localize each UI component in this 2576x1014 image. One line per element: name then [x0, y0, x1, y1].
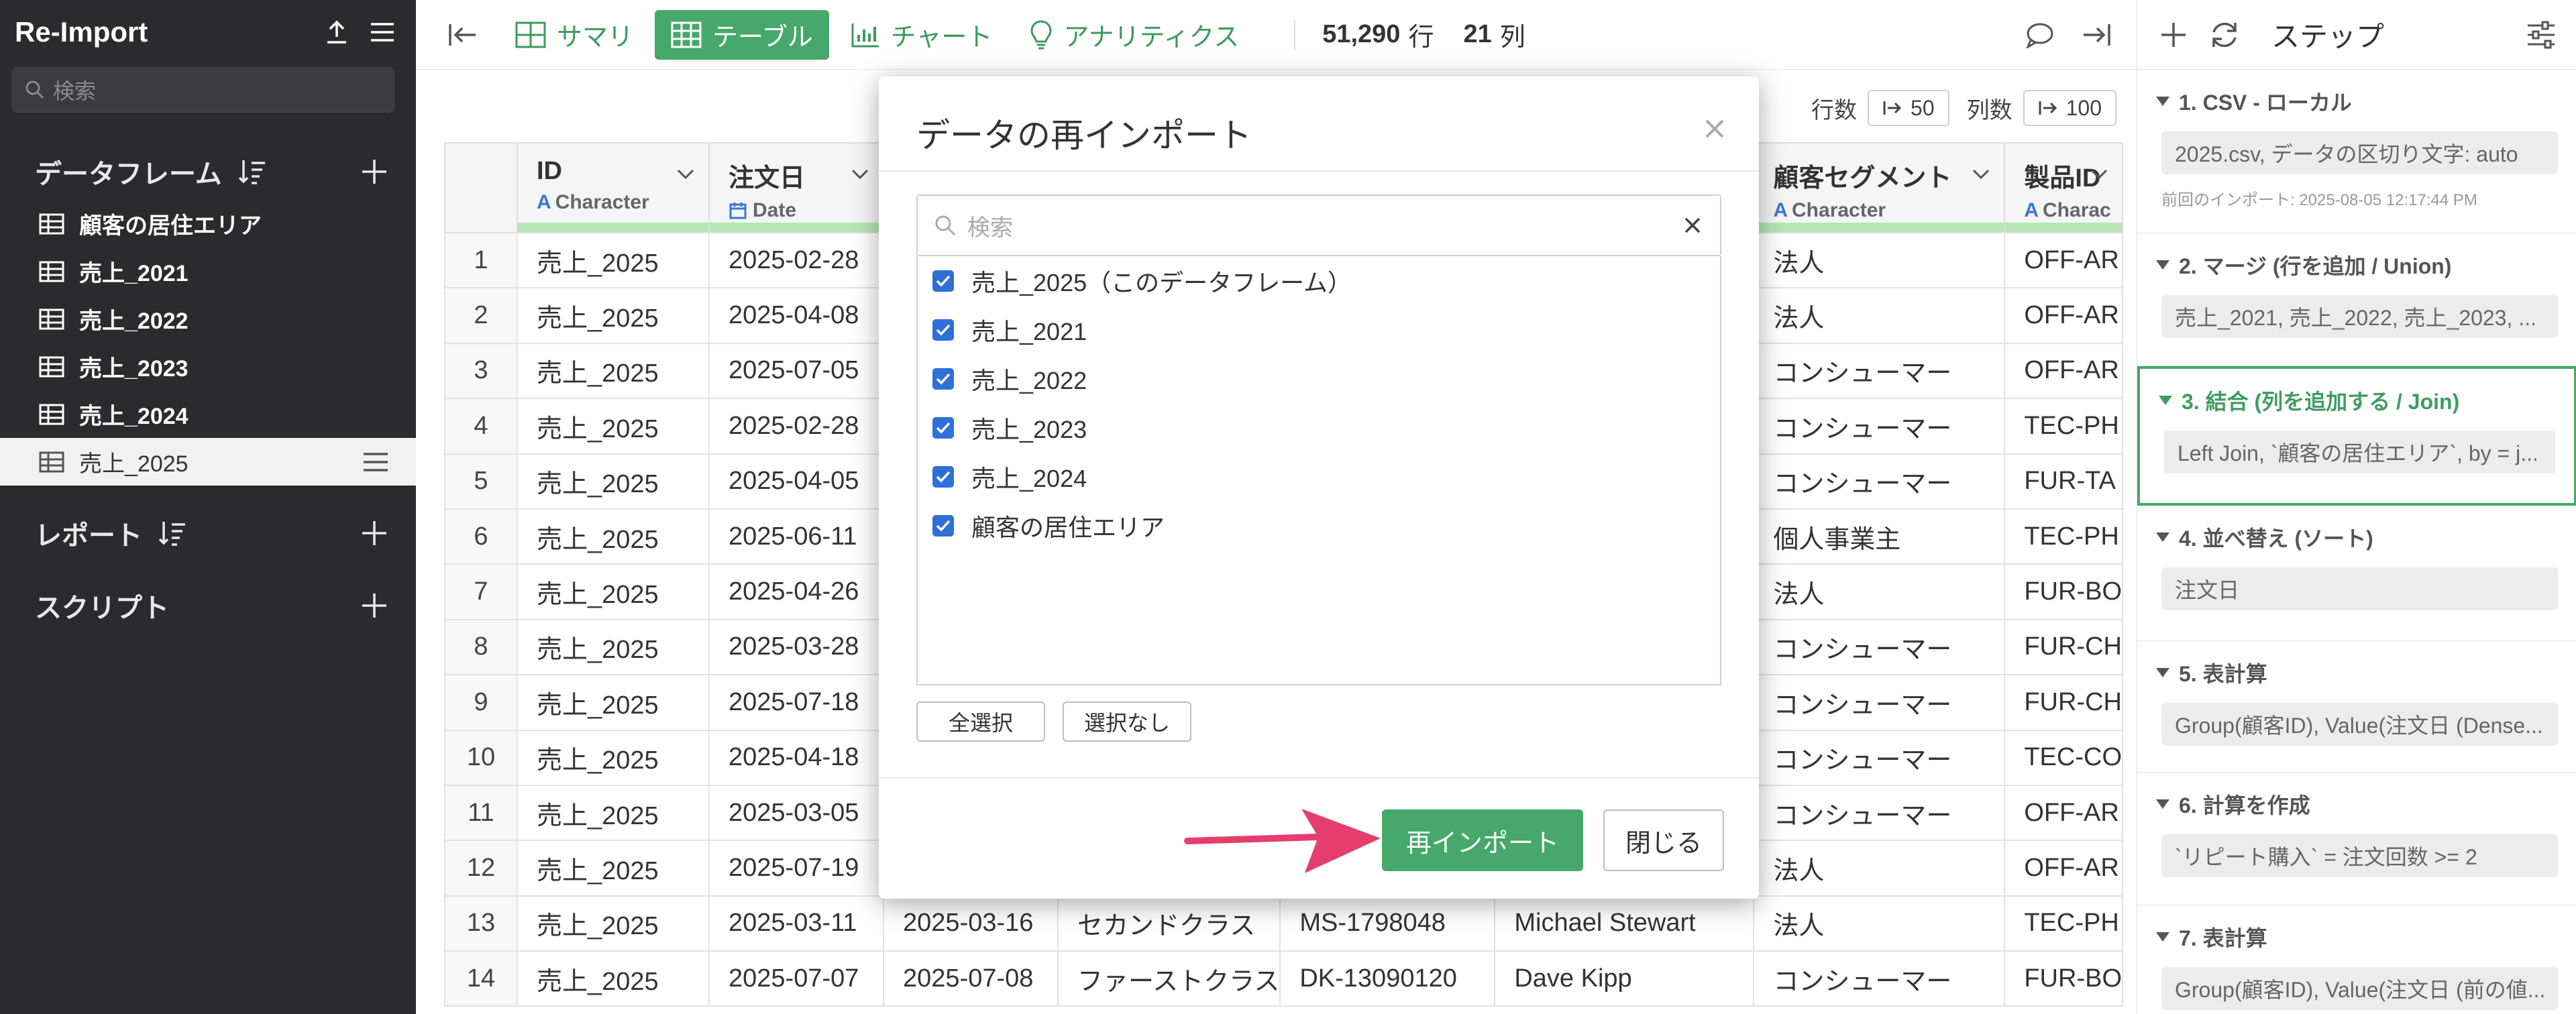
- reimport-button[interactable]: 再インポート: [1382, 809, 1583, 871]
- close-button[interactable]: 閉じる: [1603, 809, 1724, 871]
- checklist-item-label: 売上_2022: [971, 366, 1087, 394]
- checkbox-checked-icon[interactable]: [932, 514, 954, 537]
- dialog-search-input[interactable]: 検索: [916, 194, 1721, 256]
- checklist-item[interactable]: 顧客の居住エリア: [918, 501, 1720, 550]
- checkbox-checked-icon[interactable]: [932, 368, 954, 390]
- close-icon[interactable]: [1701, 115, 1728, 142]
- dataframe-checklist: 売上_2025（このデータフレーム） 売上_2021 売上_2022 売上_2023 売…: [916, 256, 1721, 685]
- checklist-item-label: 売上_2021: [971, 317, 1087, 345]
- checkbox-checked-icon[interactable]: [932, 416, 954, 439]
- checklist-item[interactable]: 売上_2024: [918, 452, 1720, 501]
- checkbox-checked-icon[interactable]: [932, 319, 954, 341]
- clear-icon[interactable]: [1681, 214, 1704, 237]
- checklist-item-label: 顧客の居住エリア: [971, 513, 1165, 541]
- dialog-footer-divider: [879, 777, 1759, 779]
- select-all-button[interactable]: 全選択: [916, 701, 1045, 742]
- annotation-arrow-icon: [1184, 809, 1381, 873]
- checklist-item-label: 売上_2023: [971, 415, 1087, 443]
- dialog-divider: [879, 170, 1759, 172]
- checkbox-checked-icon[interactable]: [932, 465, 954, 488]
- select-none-button[interactable]: 選択なし: [1063, 701, 1191, 742]
- checklist-item-label: 売上_2024: [971, 464, 1087, 492]
- checklist-item[interactable]: 売上_2022: [918, 354, 1720, 403]
- checklist-item[interactable]: 売上_2025（このデータフレーム）: [918, 256, 1720, 305]
- search-icon: [935, 215, 956, 236]
- checkbox-checked-icon[interactable]: [932, 270, 954, 292]
- checklist-item[interactable]: 売上_2023: [918, 403, 1720, 452]
- reimport-dialog: データの再インポート 検索 売上_2025（このデータフレーム） 売上_2021 売…: [879, 76, 1759, 899]
- dialog-title: データの再インポート: [916, 117, 1252, 154]
- dialog-search-placeholder: 検索: [967, 215, 1013, 241]
- checklist-item[interactable]: 売上_2021: [918, 305, 1720, 354]
- checklist-item-label: 売上_2025（このデータフレーム）: [971, 268, 1352, 296]
